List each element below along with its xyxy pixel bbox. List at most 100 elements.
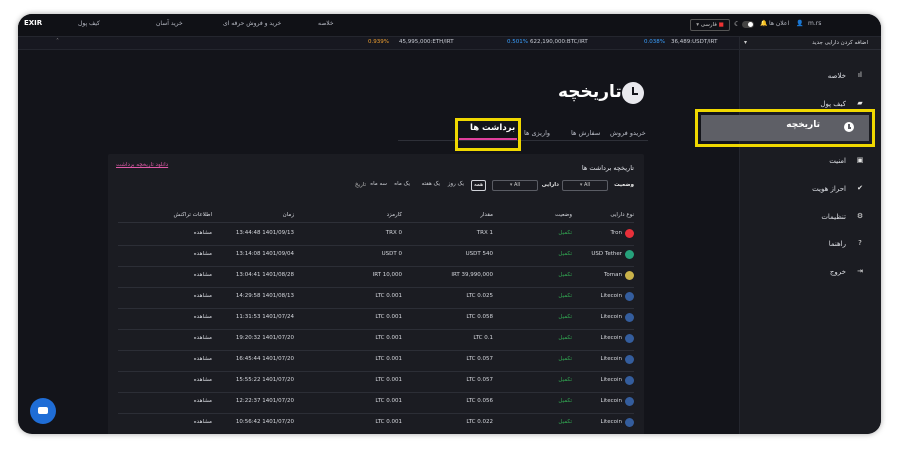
view-details-link[interactable]: مشاهده xyxy=(194,293,212,299)
sidebar-item-help[interactable]: راهنما ? xyxy=(740,236,881,254)
col-status: وضعیت xyxy=(554,212,572,218)
nav-easy-buy[interactable]: خرید آسان xyxy=(156,20,183,27)
sidebar-item-label: امنیت xyxy=(829,157,846,165)
user-icon[interactable]: 👤 xyxy=(796,20,803,27)
view-details-link[interactable]: مشاهده xyxy=(194,272,212,278)
top-navigation: EXIR کیف پول خرید آسان خرید و فروش حرفه … xyxy=(18,14,881,37)
coin-icon xyxy=(625,355,634,364)
chevron-up-icon[interactable]: ˄ xyxy=(56,38,59,45)
row-coin: Litecoin xyxy=(600,335,622,341)
view-details-link[interactable]: مشاهده xyxy=(194,230,212,236)
page-title: تاریخچه xyxy=(558,82,622,102)
view-details-link[interactable]: مشاهده xyxy=(194,251,212,257)
coin-icon xyxy=(625,376,634,385)
range-day-button[interactable]: یک روز xyxy=(446,180,466,189)
ticker-usdt-price[interactable]: 36,489:USDT/IRT xyxy=(671,39,717,45)
row-amount: USDT 540 xyxy=(465,251,493,257)
row-fee: IRT 10,000 xyxy=(372,272,402,278)
notifications-label[interactable]: اعلان ها xyxy=(769,20,789,27)
bell-icon[interactable]: 🔔 xyxy=(760,20,767,27)
view-details-link[interactable]: مشاهده xyxy=(194,335,212,341)
clock-icon xyxy=(844,122,854,132)
row-time: 16:45:44 1401/07/20 xyxy=(235,356,294,362)
view-details-link[interactable]: مشاهده xyxy=(194,377,212,383)
range-all-button[interactable]: همه xyxy=(470,180,486,191)
nav-wallet[interactable]: کیف پول xyxy=(78,20,100,27)
tab-highlight-box xyxy=(455,118,521,151)
coin-icon xyxy=(625,229,634,238)
row-fee: LTC 0.001 xyxy=(375,356,402,362)
range-three-months-button[interactable]: سه ماه xyxy=(368,180,389,189)
status-filter-select[interactable]: ▾ All xyxy=(562,180,608,191)
date-filter-label[interactable]: تاریخ xyxy=(355,182,366,188)
nav-summary[interactable]: خلاصه xyxy=(318,20,334,27)
nav-pro-trade[interactable]: خرید و فروش حرفه ای xyxy=(223,20,281,27)
table-row: Litecoin تکمیل LTC 0.058 LTC 0.001 11:31:53 … xyxy=(118,308,634,330)
asset-filter-label: دارایی xyxy=(541,182,559,188)
table-header: نوع دارایی وضعیت مقدار کارمزد زمان اطلاع… xyxy=(118,212,634,223)
ticker-btc-change: 0.501% xyxy=(507,39,528,45)
price-ticker: ˄ 0.939% 45,995,000:ETH/IRT 0.501% 622,1… xyxy=(18,37,739,50)
row-amount: LTC 0.1 xyxy=(473,335,493,341)
sidebar-item-summary[interactable]: خلاصه ıl xyxy=(740,68,881,86)
sidebar-item-label: کیف پول xyxy=(820,100,846,108)
sidebar-item-verification[interactable]: احراز هویت ✔ xyxy=(740,181,881,199)
range-week-button[interactable]: یک هفته xyxy=(420,180,443,189)
panel-title: تاریخچه برداشت ها xyxy=(581,164,634,172)
view-details-link[interactable]: مشاهده xyxy=(194,356,212,362)
ticker-usdt-change: 0.038% xyxy=(644,39,665,45)
filters-row: وضعیت ▾ All دارایی ▾ All همه یک روز یک ه… xyxy=(118,180,634,192)
table-row: Toman تکمیل IRT 39,990,000 IRT 10,000 13:04:… xyxy=(118,266,634,288)
view-details-link[interactable]: مشاهده xyxy=(194,419,212,425)
download-history-link[interactable]: دانلود تاریخچه برداشت xyxy=(116,162,168,168)
row-amount: TRX 1 xyxy=(476,230,493,236)
tab-trades[interactable]: خریدو فروش xyxy=(610,129,646,137)
col-time: زمان xyxy=(282,212,294,218)
sidebar-item-security[interactable]: امنیت ▣ xyxy=(740,153,881,171)
ticker-btc-price[interactable]: 622,190,000:BTC/IRT xyxy=(530,39,588,45)
sidebar-item-label: خروج xyxy=(829,268,846,276)
wallet-icon: ▰ xyxy=(857,99,863,107)
tab-deposits[interactable]: واریزی ها xyxy=(524,129,550,137)
user-name[interactable]: m.rs xyxy=(808,20,821,27)
row-coin: Litecoin xyxy=(600,356,622,362)
view-details-link[interactable]: مشاهده xyxy=(194,398,212,404)
status-filter-label: وضعیت xyxy=(614,182,634,188)
row-time: 13:04:41 1401/08/28 xyxy=(235,272,294,278)
row-time: 12:22:37 1401/07/20 xyxy=(235,398,294,404)
row-time: 13:44:48 1401/09/13 xyxy=(235,230,294,236)
ticker-eth-price[interactable]: 45,995,000:ETH/IRT xyxy=(399,39,454,45)
sidebar-item-logout[interactable]: خروج ⇥ xyxy=(740,264,881,282)
clock-icon xyxy=(622,82,644,104)
exir-logo[interactable]: EXIR xyxy=(24,19,42,27)
sidebar-item-settings[interactable]: تنظیمات ⚙ xyxy=(740,209,881,227)
gear-icon: ⚙ xyxy=(856,212,864,220)
add-asset-label: اضافه کردن دارایی جدید xyxy=(812,40,868,46)
row-coin: Litecoin xyxy=(600,377,622,383)
language-value: فارسی xyxy=(700,22,717,28)
col-fee: کارمزد xyxy=(386,212,402,218)
tab-orders[interactable]: سفارش ها xyxy=(571,129,600,137)
chat-button[interactable] xyxy=(30,398,56,424)
help-icon: ? xyxy=(858,239,862,247)
row-amount: LTC 0.058 xyxy=(466,314,493,320)
theme-switch[interactable] xyxy=(742,21,754,28)
row-coin: Toman xyxy=(603,272,622,278)
table-row: Litecoin تکمیل LTC 0.056 LTC 0.001 12:22:37 … xyxy=(118,392,634,414)
asset-filter-select[interactable]: ▾ All xyxy=(492,180,538,191)
sidebar-item-label: راهنما xyxy=(828,240,846,248)
view-details-link[interactable]: مشاهده xyxy=(194,314,212,320)
row-coin: USD Tether xyxy=(591,251,622,257)
sidebar-item-history[interactable]: تاریخچه xyxy=(695,109,875,147)
table-row: Litecoin تکمیل LTC 0.022 LTC 0.001 10:56:42 … xyxy=(118,413,634,434)
add-asset-dropdown[interactable]: ▾ اضافه کردن دارایی جدید xyxy=(740,37,881,50)
check-circle-icon: ✔ xyxy=(857,184,863,192)
language-select[interactable]: ▾ فارسی ■ xyxy=(690,19,730,31)
row-coin: Litecoin xyxy=(600,419,622,425)
logout-icon: ⇥ xyxy=(857,267,863,275)
main-content: تاریخچه خریدو فروش سفارش ها واریزی ها بر… xyxy=(18,50,739,434)
range-month-button[interactable]: یک ماه xyxy=(392,180,412,189)
lock-icon: ▣ xyxy=(856,156,864,164)
theme-toggle[interactable]: ☾ xyxy=(734,20,754,29)
row-fee: USDT 0 xyxy=(381,251,402,257)
